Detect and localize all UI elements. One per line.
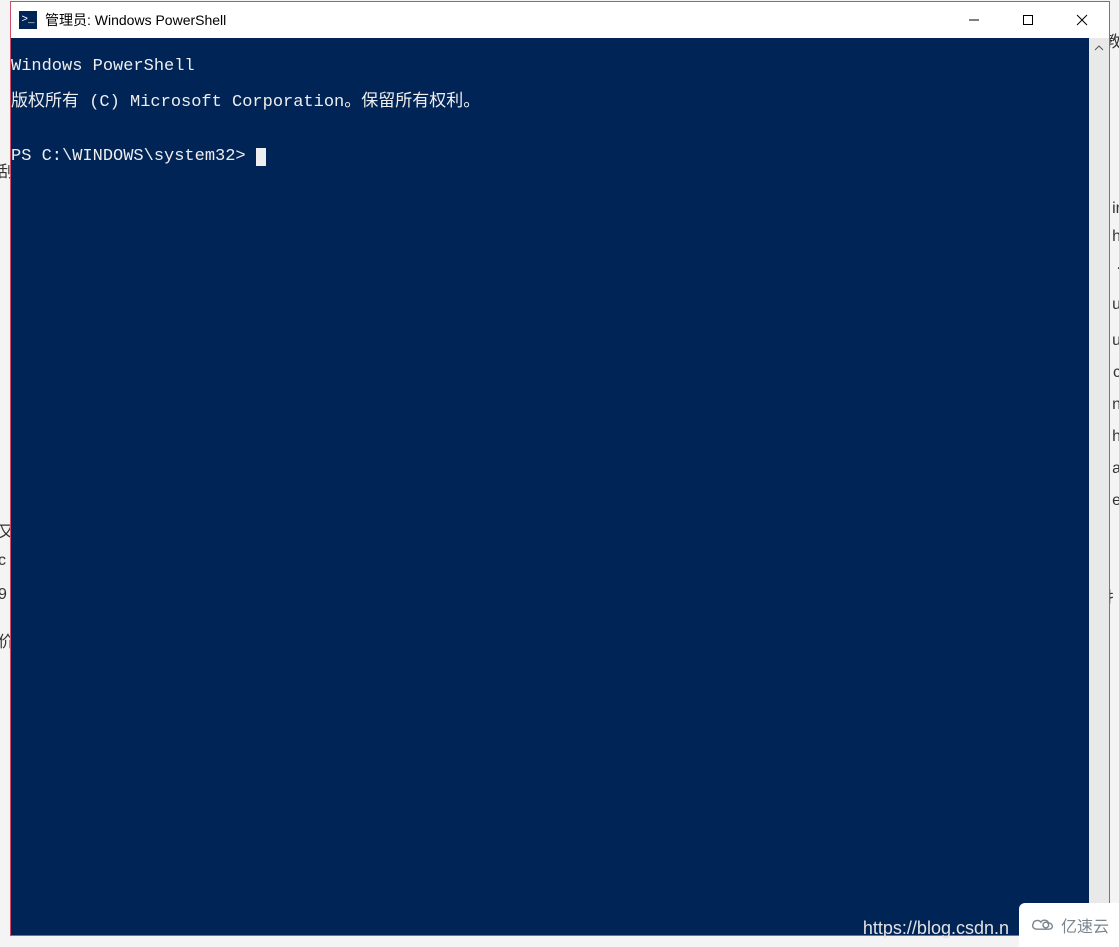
bg-fragment: e xyxy=(1112,492,1119,510)
chevron-up-icon xyxy=(1094,43,1104,53)
text-cursor xyxy=(256,148,266,166)
powershell-icon: >_ xyxy=(19,11,37,29)
console-line: 版权所有 (C) Microsoft Corporation。保留所有权利。 xyxy=(11,94,1089,112)
console-prompt: PS C:\WINDOWS\system32> xyxy=(11,147,256,166)
bg-fragment: n xyxy=(1112,396,1119,414)
bg-fragment: ir xyxy=(1112,200,1119,218)
window-titlebar[interactable]: >_ 管理员: Windows PowerShell xyxy=(11,2,1109,38)
bg-fragment: u xyxy=(1112,296,1119,314)
close-button[interactable] xyxy=(1055,2,1109,38)
console-output[interactable]: Windows PowerShell 版权所有 (C) Microsoft Co… xyxy=(11,38,1089,935)
bg-fragment: u xyxy=(1112,332,1119,350)
vertical-scrollbar[interactable] xyxy=(1089,38,1109,935)
window-title: 管理员: Windows PowerShell xyxy=(45,10,226,30)
cloud-icon xyxy=(1029,915,1057,935)
scroll-up-arrow[interactable] xyxy=(1089,38,1109,58)
console-area: Windows PowerShell 版权所有 (C) Microsoft Co… xyxy=(11,38,1109,935)
minimize-button[interactable] xyxy=(947,2,1001,38)
bg-fragment: 9 xyxy=(0,586,7,604)
bg-fragment: c xyxy=(1113,364,1119,382)
scroll-track[interactable] xyxy=(1089,58,1109,915)
bg-fragment: c xyxy=(0,552,6,570)
watermark-logo-text: 亿速云 xyxy=(1061,913,1109,937)
watermark-logo: 亿速云 xyxy=(1019,903,1119,947)
console-prompt-line: PS C:\WINDOWS\system32> xyxy=(11,148,1089,166)
bg-fragment: h xyxy=(1112,228,1119,246)
watermark-url: https://blog.csdn.n xyxy=(863,918,1009,939)
bg-fragment: a xyxy=(1112,460,1119,478)
bg-fragment: h xyxy=(1112,428,1119,446)
maximize-button[interactable] xyxy=(1001,2,1055,38)
console-line: Windows PowerShell xyxy=(11,58,1089,76)
powershell-window: >_ 管理员: Windows PowerShell Windows Power… xyxy=(10,1,1110,936)
